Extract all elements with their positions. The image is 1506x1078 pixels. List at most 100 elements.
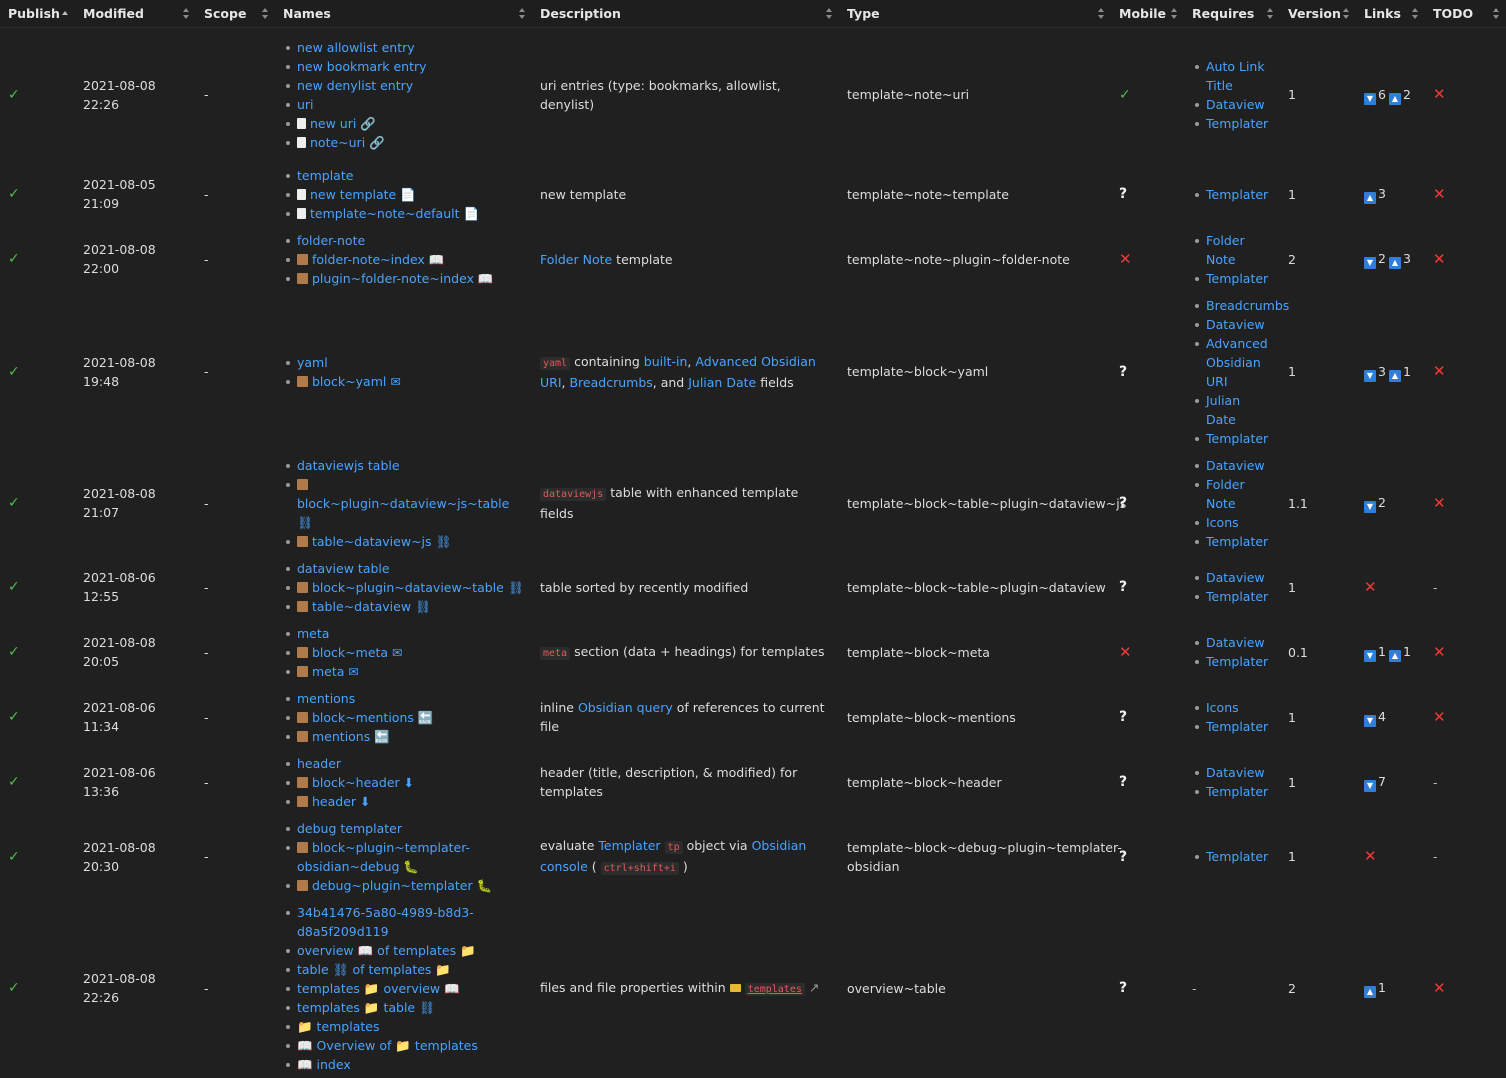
name-link[interactable]: plugin~folder-note~index 📖 [312,271,494,286]
requires-link[interactable]: Advanced Obsidian URI [1206,336,1268,389]
name-link[interactable]: 📖 index [297,1057,351,1072]
name-link[interactable]: block~mentions 🔙 [312,710,433,725]
requires-cell: Dataview Templater [1184,750,1280,815]
requires-link[interactable]: Dataview [1206,570,1265,585]
name-link[interactable]: dataview table [297,561,390,576]
check-icon: ✓ [8,579,20,595]
requires-link[interactable]: Folder Note [1206,477,1245,511]
name-link[interactable]: templates 📁 table ⛓ [297,1000,435,1015]
name-link[interactable]: meta ✉ [312,664,359,679]
col-names[interactable]: Names [275,0,532,28]
type-cell: template~block~table~plugin~dataview [847,579,1106,595]
requires-link[interactable]: Templater [1206,187,1268,202]
requires-link[interactable]: Templater [1206,719,1268,734]
list-item: new bookmark entry [283,57,524,76]
requires-link[interactable]: Auto Link Title [1206,59,1265,93]
name-link[interactable]: new template 📄 [310,187,416,202]
requires-link[interactable]: Dataview [1206,765,1265,780]
requires-link[interactable]: Templater [1206,849,1268,864]
requires-link[interactable]: Templater [1206,431,1268,446]
requires-cell: Dataview Folder Note Icons Templater [1184,452,1280,555]
requires-link[interactable]: Templater [1206,271,1268,286]
table-row: ✓ 2021-08-08 22:00 - folder-note folder-… [0,227,1506,292]
name-link[interactable]: block~plugin~dataview~table ⛓ [312,580,524,595]
requires-link[interactable]: Dataview [1206,317,1265,332]
up-arrow-icon: ▲ [1388,369,1401,382]
col-modified[interactable]: Modified [75,0,196,28]
list-item: block~plugin~templater-obsidian~debug 🐛 [283,838,524,876]
templates-folder-link[interactable]: templates [744,982,805,996]
name-link[interactable]: template [297,168,353,183]
col-mobile[interactable]: Mobile [1111,0,1184,28]
desc-link[interactable]: Folder Note [540,252,612,267]
requires-link[interactable]: Dataview [1206,635,1265,650]
name-link[interactable]: note~uri 🔗 [310,135,385,150]
col-todo[interactable]: TODO [1425,0,1506,28]
name-link[interactable]: table~dataview ⛓ [312,599,431,614]
requires-link[interactable]: Dataview [1206,97,1265,112]
name-link[interactable]: table ⛓ of templates 📁 [297,962,451,977]
name-link[interactable]: new denylist entry [297,78,413,93]
desc-link[interactable]: Obsidian query [578,700,673,715]
name-link[interactable]: table~dataview~js ⛓ [312,534,451,549]
desc-link[interactable]: Julian Date [688,375,756,390]
requires-link[interactable]: Templater [1206,784,1268,799]
col-version[interactable]: Version [1280,0,1356,28]
desc-link[interactable]: Templater [598,838,660,853]
sort-icon [1098,8,1105,19]
name-link[interactable]: debug templater [297,821,402,836]
name-link[interactable]: folder-note [297,233,365,248]
name-link[interactable]: dataviewjs table [297,458,400,473]
question-icon: ? [1119,579,1128,595]
requires-link[interactable]: Templater [1206,116,1268,131]
requires-link[interactable]: Templater [1206,589,1268,604]
name-link[interactable]: block~plugin~dataview~js~table ⛓ [297,496,509,530]
name-link[interactable]: templates 📁 overview 📖 [297,981,460,996]
name-link[interactable]: new uri 🔗 [310,116,376,131]
requires-link[interactable]: Icons [1206,700,1239,715]
name-link[interactable]: mentions 🔙 [312,729,390,744]
name-link[interactable]: block~yaml ✉ [312,374,401,389]
external-link-icon[interactable]: ↗ [809,980,819,995]
name-link[interactable]: overview 📖 of templates 📁 [297,943,476,958]
box-icon [297,665,308,677]
name-link[interactable]: block~meta ✉ [312,645,403,660]
requires-link[interactable]: Dataview [1206,458,1265,473]
name-link[interactable]: 📁 templates [297,1019,379,1034]
name-link[interactable]: folder-note~index 📖 [312,252,444,267]
col-links[interactable]: Links [1356,0,1425,28]
names-cell: dataviewjs table block~plugin~dataview~j… [275,452,532,555]
requires-link[interactable]: Julian Date [1206,393,1240,427]
requires-link[interactable]: Breadcrumbs [1206,298,1289,313]
list-item: block~mentions 🔙 [283,708,524,727]
name-link[interactable]: template~note~default 📄 [310,206,479,221]
col-publish[interactable]: Publish [0,0,75,28]
col-type[interactable]: Type [839,0,1111,28]
list-item: Icons [1192,698,1272,717]
name-link[interactable]: block~plugin~templater-obsidian~debug 🐛 [297,840,470,874]
name-link[interactable]: uri [297,97,314,112]
name-link[interactable]: header [297,756,341,771]
name-link[interactable]: meta [297,626,329,641]
col-description[interactable]: Description [532,0,839,28]
name-link[interactable]: new allowlist entry [297,40,415,55]
col-requires[interactable]: Requires [1184,0,1280,28]
name-link[interactable]: 📖 Overview of 📁 templates [297,1038,478,1053]
desc-link[interactable]: Breadcrumbs [569,375,652,390]
name-link[interactable]: mentions [297,691,355,706]
requires-link[interactable]: Icons [1206,515,1239,530]
col-scope[interactable]: Scope [196,0,275,28]
name-link[interactable]: new bookmark entry [297,59,427,74]
name-link[interactable]: 34b41476-5a80-4989-b8d3-d8a5f209d119 [297,905,474,939]
requires-link[interactable]: Templater [1206,654,1268,669]
name-link[interactable]: block~header ⬇ [312,775,414,790]
check-icon: ✓ [8,251,20,267]
name-link[interactable]: yaml [297,355,328,370]
desc-link[interactable]: built-in [644,354,688,369]
cross-icon: ✕ [1433,978,1446,997]
name-link[interactable]: header ⬇ [312,794,370,809]
requires-link[interactable]: Templater [1206,534,1268,549]
sort-icon [1493,8,1500,19]
name-link[interactable]: debug~plugin~templater 🐛 [312,878,492,893]
requires-link[interactable]: Folder Note [1206,233,1245,267]
